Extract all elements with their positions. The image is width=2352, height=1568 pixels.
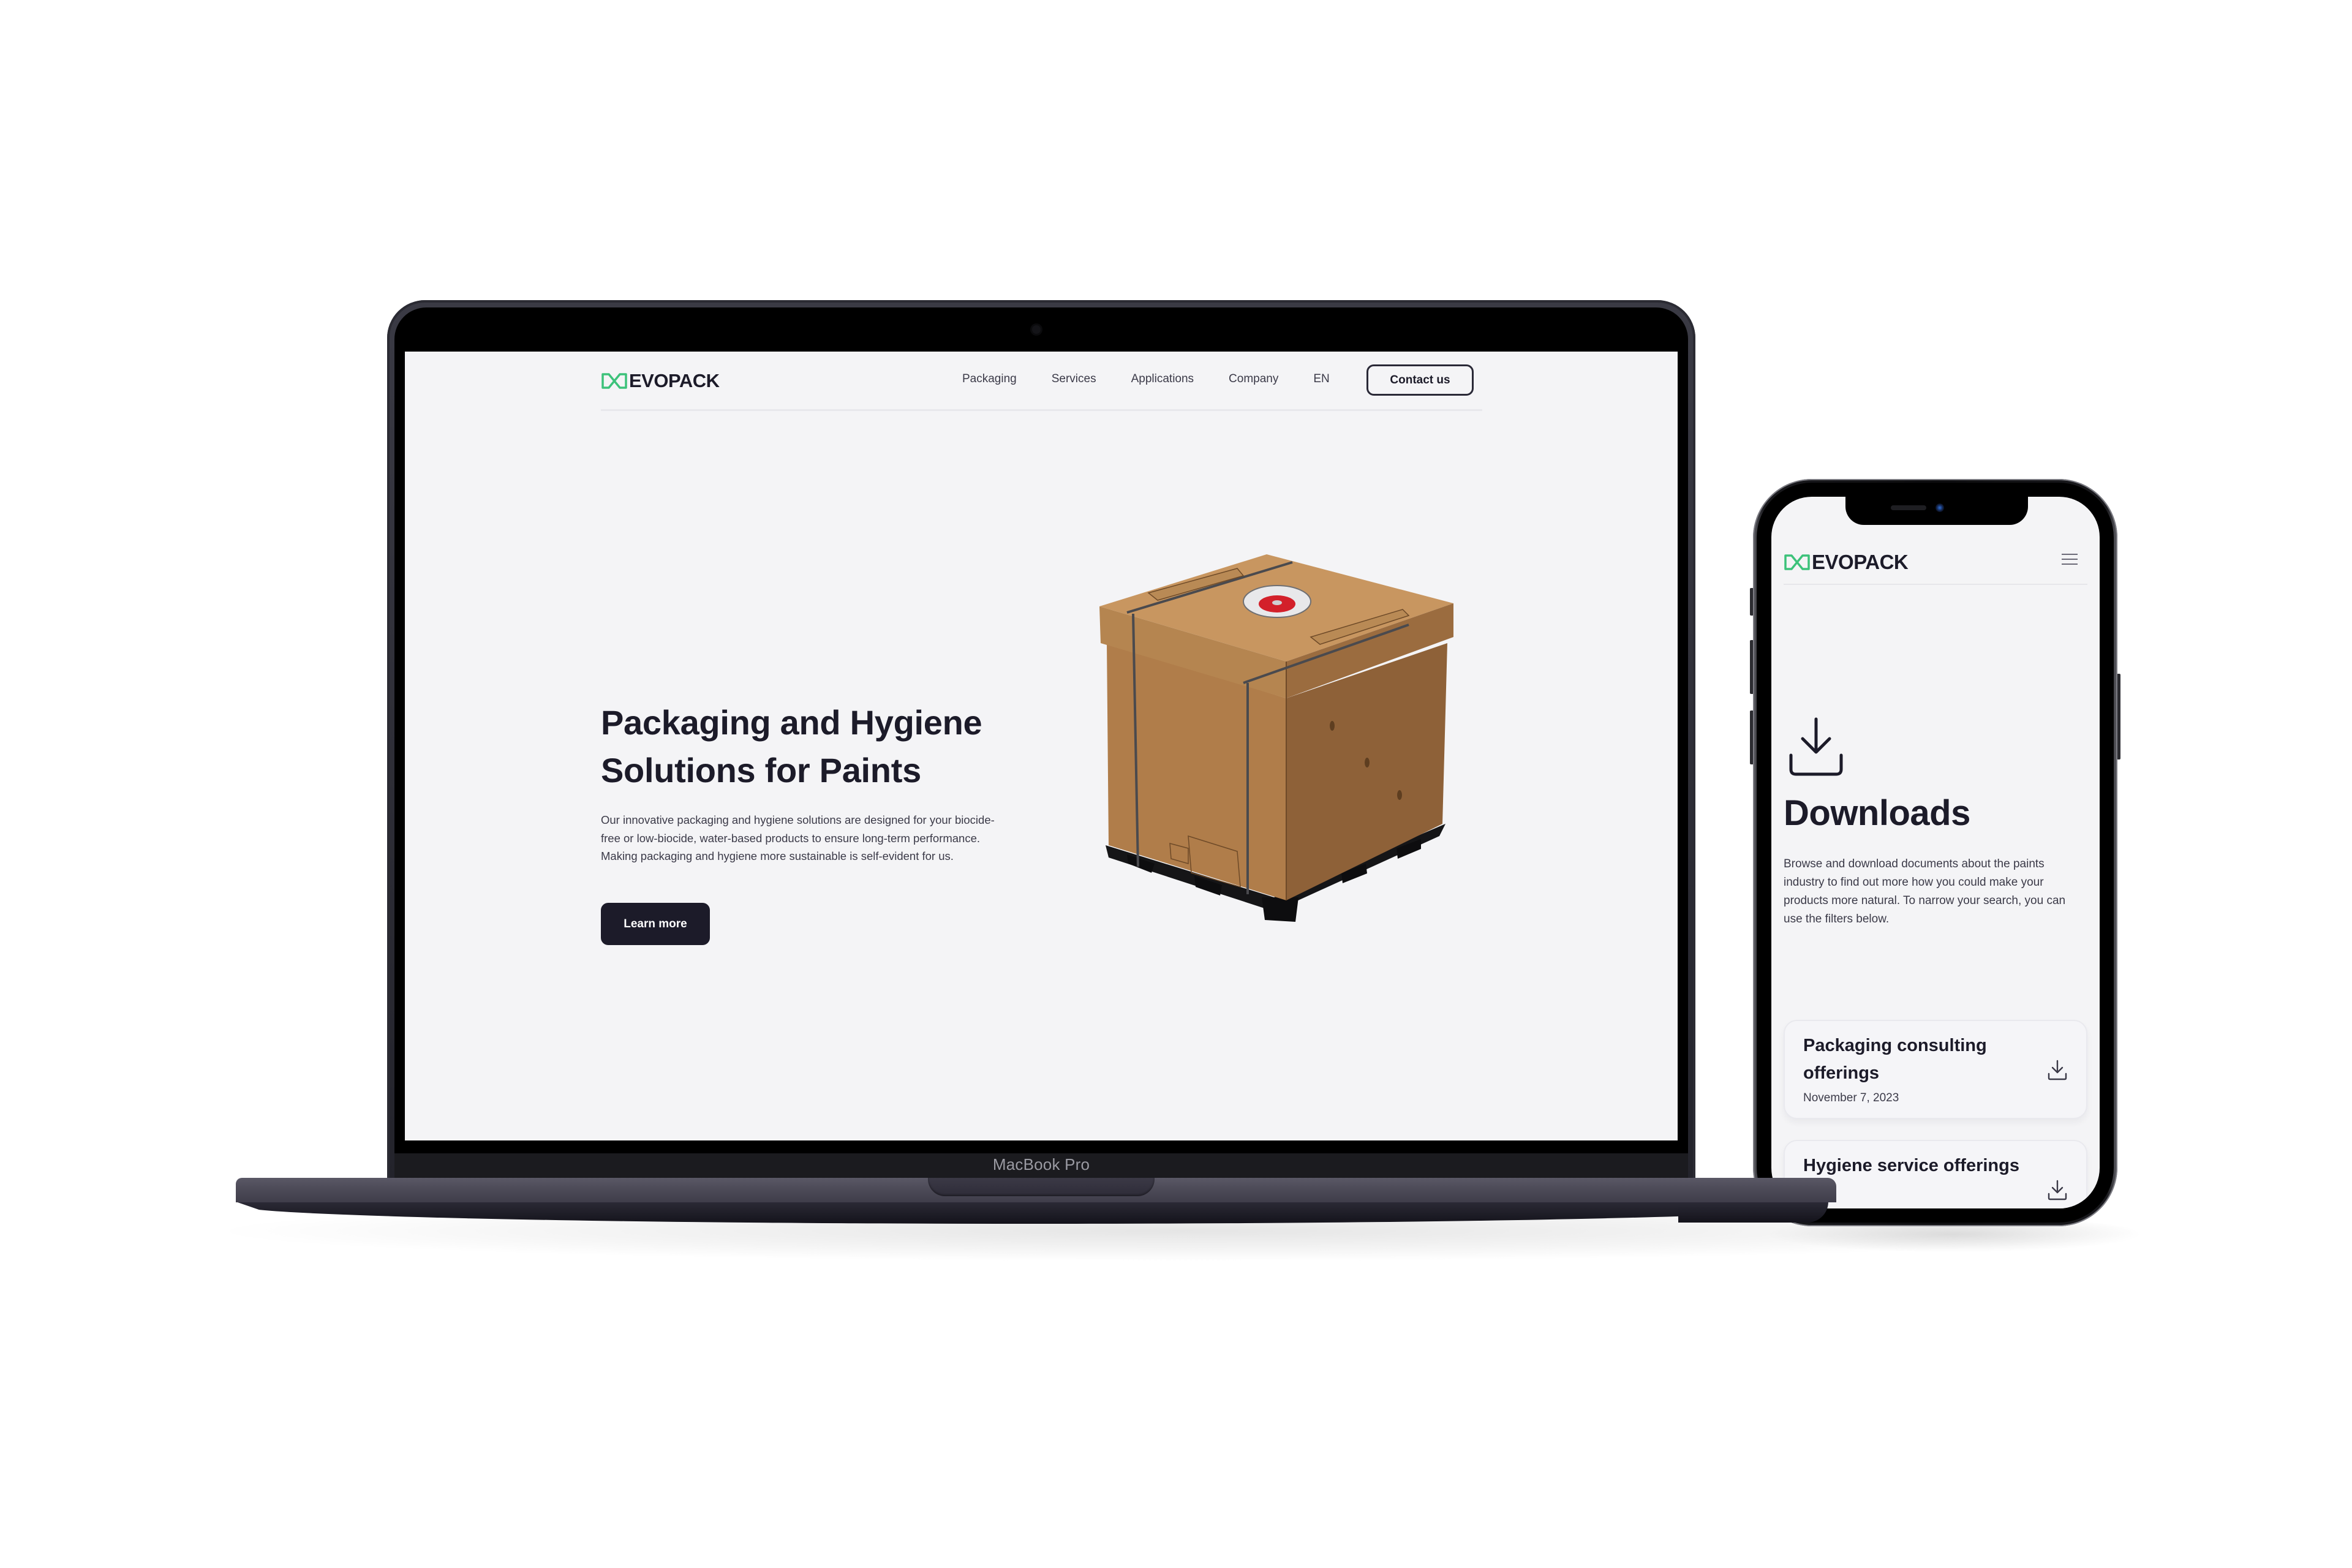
mobile-brand-logo[interactable]: EVOPACK bbox=[1784, 551, 1909, 574]
hero-title-line2: Solutions for Paints bbox=[601, 751, 921, 790]
logo-mark-icon bbox=[1784, 554, 1810, 570]
phone-screen: EVOPACK Downloads Browse and download do… bbox=[1771, 497, 2100, 1208]
downloads-title: Downloads bbox=[1784, 793, 1970, 833]
site-header: EVOPACK Packaging Services Applications … bbox=[601, 352, 1482, 411]
phone-front-camera bbox=[1936, 503, 1944, 512]
download-card[interactable]: Packaging consulting offerings November … bbox=[1784, 1020, 2087, 1119]
laptop-hinge-notch bbox=[928, 1178, 1155, 1196]
hero-title: Packaging and Hygiene Solutions for Pain… bbox=[601, 699, 1066, 794]
download-icon[interactable] bbox=[2047, 1059, 2068, 1081]
downloads-description: Browse and download documents about the … bbox=[1784, 858, 2066, 925]
laptop-model-label: MacBook Pro bbox=[992, 1155, 1090, 1174]
brand-logo[interactable]: EVOPACK bbox=[601, 370, 720, 392]
nav-company[interactable]: Company bbox=[1229, 372, 1278, 386]
hero-title-line1: Packaging and Hygiene bbox=[601, 703, 982, 742]
download-icon bbox=[1789, 717, 1843, 776]
logo-text: EVOPACK bbox=[629, 370, 720, 391]
download-icon[interactable] bbox=[2047, 1179, 2068, 1201]
download-card-title: Hygiene service offerings bbox=[1803, 1156, 2019, 1175]
mobile-website: EVOPACK Downloads Browse and download do… bbox=[1771, 497, 2100, 1208]
main-nav: Packaging Services Applications Company … bbox=[962, 372, 1365, 386]
mobile-header: EVOPACK bbox=[1784, 533, 2087, 585]
hamburger-menu-icon[interactable] bbox=[2062, 554, 2078, 565]
learn-more-button[interactable]: Learn more bbox=[601, 903, 710, 945]
laptop-screen: EVOPACK Packaging Services Applications … bbox=[405, 352, 1678, 1140]
language-selector[interactable]: EN bbox=[1313, 372, 1329, 386]
download-card-title: Packaging consulting offerings bbox=[1803, 1036, 1987, 1083]
webcam bbox=[1032, 325, 1041, 334]
logo-text: EVOPACK bbox=[1812, 551, 1909, 573]
contact-us-button[interactable]: Contact us bbox=[1366, 364, 1474, 396]
laptop-base-end bbox=[1678, 1178, 1836, 1202]
nav-services[interactable]: Services bbox=[1052, 372, 1096, 386]
nav-packaging[interactable]: Packaging bbox=[962, 372, 1017, 386]
hero-description: Our innovative packaging and hygiene sol… bbox=[601, 813, 995, 862]
desktop-website: EVOPACK Packaging Services Applications … bbox=[405, 352, 1678, 1140]
nav-applications[interactable]: Applications bbox=[1131, 372, 1194, 386]
download-card-date: November 7, 2023 bbox=[1803, 1091, 1899, 1104]
laptop-base-underside-end bbox=[1678, 1202, 1828, 1223]
logo-mark-icon bbox=[601, 373, 627, 389]
hero-product-image bbox=[1099, 554, 1453, 922]
phone-speaker bbox=[1891, 505, 1926, 510]
